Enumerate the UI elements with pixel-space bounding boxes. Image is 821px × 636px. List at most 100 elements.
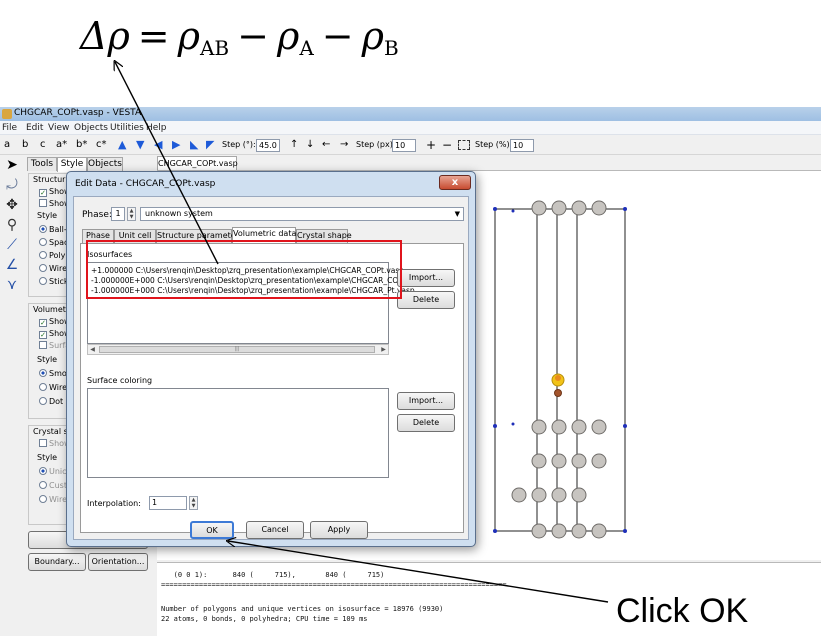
radio-icon[interactable]: [39, 264, 47, 272]
cancel-button[interactable]: Cancel: [246, 521, 304, 539]
ok-button[interactable]: OK: [190, 521, 234, 539]
radio-icon[interactable]: [39, 495, 47, 503]
crystal-style-unicolor-radio[interactable]: Unic: [39, 466, 67, 477]
scroll-left-icon[interactable]: ◀: [88, 345, 97, 354]
crystal-style-wire-radio[interactable]: Wire: [39, 494, 67, 505]
rotate-right-icon[interactable]: ▶: [172, 138, 180, 152]
axis-a-button[interactable]: a: [4, 138, 10, 152]
crystal-style-custom-radio[interactable]: Cust: [39, 480, 67, 491]
spin-down-icon[interactable]: ▼: [130, 214, 134, 220]
zoom-out-icon[interactable]: −: [442, 138, 452, 152]
unit-cell-frame: [494, 208, 626, 532]
interpolation-spinner[interactable]: ▲ ▼: [189, 496, 198, 510]
rotate-ccw-icon[interactable]: ◣: [190, 138, 198, 152]
menu-file[interactable]: File: [2, 123, 17, 133]
radio-icon[interactable]: [39, 238, 47, 246]
style-space-radio[interactable]: Spac: [39, 237, 68, 248]
translate-up-icon[interactable]: ↑: [290, 138, 298, 152]
formula-minus-1: −: [237, 14, 269, 58]
vesta-app-icon: [2, 109, 12, 119]
step-deg-input[interactable]: 45.0: [256, 139, 280, 152]
isosurface-delete-button[interactable]: Delete: [397, 291, 455, 309]
checkbox-icon[interactable]: ✓: [39, 319, 47, 327]
volumetric-group-title: Volumetr: [33, 305, 70, 314]
orientation-button[interactable]: Orientation...: [88, 553, 148, 571]
menu-help[interactable]: Help: [146, 123, 167, 133]
checkbox-icon[interactable]: [39, 199, 47, 207]
console-line: 22 atoms, 0 bonds, 0 polyhedra; CPU time…: [161, 615, 368, 623]
radio-icon[interactable]: [39, 251, 47, 259]
style-ball-radio[interactable]: Ball-: [39, 224, 67, 235]
coloring-import-button[interactable]: Import...: [397, 392, 455, 410]
rotate-down-icon[interactable]: ▼: [136, 138, 144, 152]
translate-right-icon[interactable]: →: [340, 138, 348, 152]
axis-b-button[interactable]: b: [22, 138, 28, 152]
radio-icon[interactable]: [39, 397, 47, 405]
window-title: CHGCAR_COPt.vasp - VESTA: [14, 108, 142, 118]
rotate-icon[interactable]: ⤾: [4, 177, 20, 193]
spin-down-icon[interactable]: ▼: [192, 503, 196, 509]
phase-spinner[interactable]: ▲ ▼: [127, 207, 136, 221]
magnify-icon[interactable]: ⚲: [4, 217, 20, 233]
crystal-style-label: Style: [37, 453, 58, 462]
step-px-input[interactable]: 10: [392, 139, 416, 152]
scroll-thumb[interactable]: |||: [99, 346, 375, 353]
step-pct-input[interactable]: 10: [510, 139, 534, 152]
checkbox-icon[interactable]: ✓: [39, 331, 47, 339]
phase-number-input[interactable]: 1: [111, 207, 125, 221]
axis-a-star-button[interactable]: a*: [56, 138, 67, 152]
bond-length-icon[interactable]: ⟋: [4, 237, 20, 253]
phase-name-select[interactable]: unknown system ▼: [140, 207, 464, 221]
close-button[interactable]: x: [439, 175, 471, 190]
select-arrow-icon[interactable]: ➤: [4, 157, 20, 173]
tab-objects[interactable]: Objects: [87, 157, 123, 171]
translate-left-icon[interactable]: ←: [322, 138, 330, 152]
radio-on-icon[interactable]: [39, 225, 47, 233]
radio-icon[interactable]: [39, 481, 47, 489]
vol-style-wire-radio[interactable]: Wire: [39, 382, 67, 393]
rotate-left-icon[interactable]: ◀: [154, 138, 162, 152]
slide: Δρ = ρAB − ρA − ρB CHGCAR_COPt.vasp - VESTA Fi…: [0, 0, 821, 636]
translate-down-icon[interactable]: ↓: [306, 138, 314, 152]
menu-objects[interactable]: Objects: [74, 123, 108, 133]
axis-c-star-button[interactable]: c*: [96, 138, 107, 152]
boundary-button[interactable]: Boundary...: [28, 553, 86, 571]
checkbox-icon[interactable]: ✓: [39, 189, 47, 197]
radio-icon[interactable]: [39, 383, 47, 391]
co-molecule: [551, 373, 565, 397]
axis-c-button[interactable]: c: [40, 138, 46, 152]
tab-style[interactable]: Style: [57, 157, 87, 172]
interpolation-input[interactable]: 1: [149, 496, 187, 510]
vol-style-smooth-radio[interactable]: Smo: [39, 368, 67, 379]
axis-b-star-button[interactable]: b*: [76, 138, 87, 152]
isosurfaces-hscrollbar[interactable]: ◀ ||| ▶: [87, 344, 389, 355]
checkbox-icon[interactable]: [39, 341, 47, 349]
style-stick-radio[interactable]: Stick: [39, 276, 68, 287]
style-wire-radio[interactable]: Wire: [39, 263, 67, 274]
bond-angle-icon[interactable]: ∠: [4, 257, 20, 273]
radio-on-icon[interactable]: [39, 369, 47, 377]
menu-edit[interactable]: Edit: [26, 123, 43, 133]
dropdown-arrow-icon: ▼: [454, 210, 460, 218]
radio-on-icon[interactable]: [39, 467, 47, 475]
fit-to-screen-icon[interactable]: [458, 140, 470, 150]
dihedral-icon[interactable]: ⋎: [4, 277, 20, 293]
style-poly-radio[interactable]: Poly: [39, 250, 65, 261]
scroll-right-icon[interactable]: ▶: [379, 345, 388, 354]
surface-coloring-list[interactable]: [87, 388, 389, 478]
zoom-in-icon[interactable]: +: [426, 138, 436, 152]
tab-tools[interactable]: Tools: [27, 157, 57, 171]
rotate-up-icon[interactable]: ▲: [118, 138, 126, 152]
vol-style-dot-radio[interactable]: Dot: [39, 396, 63, 407]
interpolation-label: Interpolation:: [87, 499, 141, 508]
move-icon[interactable]: ✥: [4, 197, 20, 213]
radio-icon[interactable]: [39, 277, 47, 285]
menu-view[interactable]: View: [48, 123, 69, 133]
menu-utilities[interactable]: Utilities: [110, 123, 144, 133]
coloring-delete-button[interactable]: Delete: [397, 414, 455, 432]
isosurface-import-button[interactable]: Import...: [397, 269, 455, 287]
apply-button[interactable]: Apply: [310, 521, 368, 539]
document-tab[interactable]: CHGCAR_COPt.vasp: [157, 156, 238, 171]
rotate-cw-icon[interactable]: ◤: [206, 138, 214, 152]
checkbox-icon[interactable]: [39, 439, 47, 447]
